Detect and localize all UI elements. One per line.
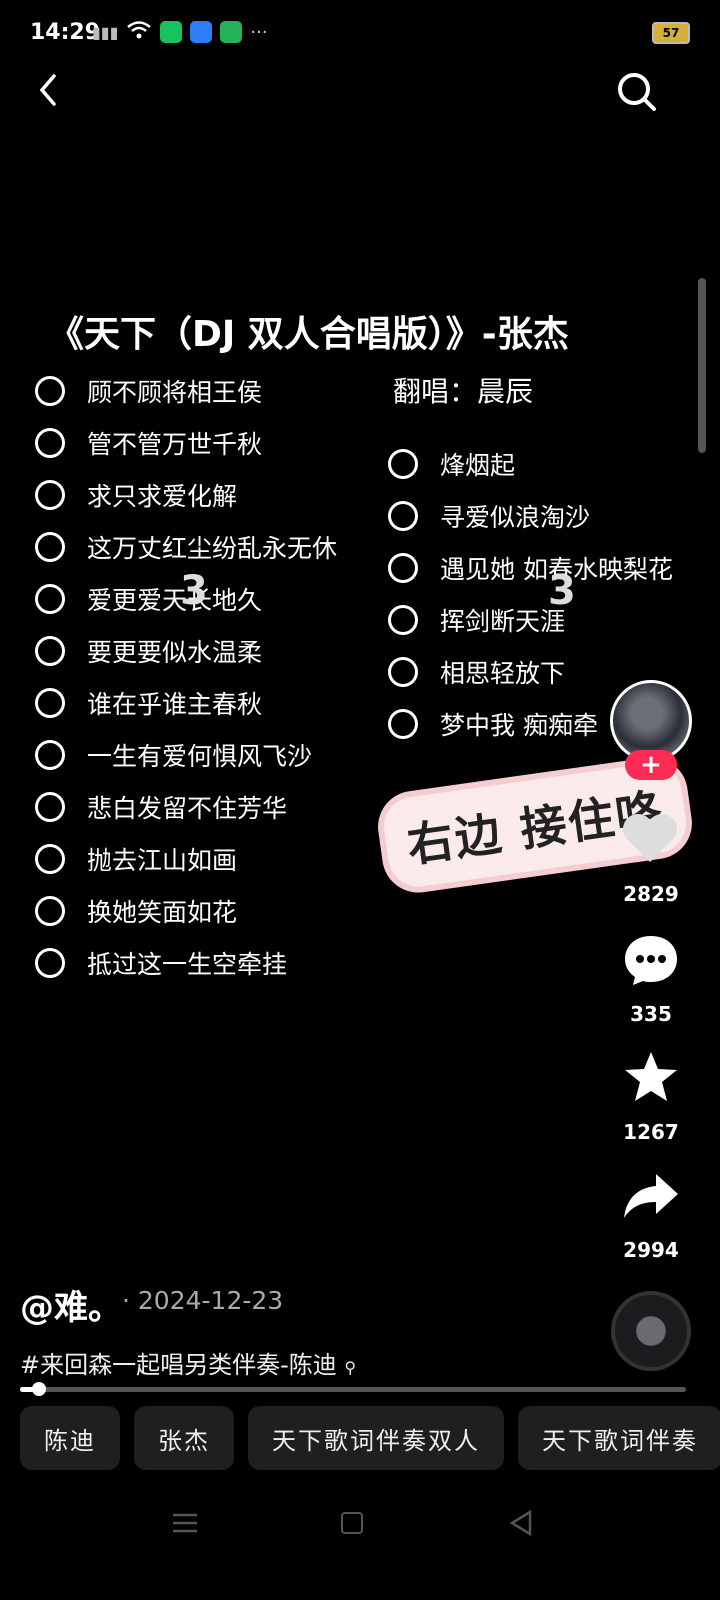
circle-icon: [35, 896, 65, 926]
lyric-row: 要更要似水温柔: [35, 625, 337, 677]
lyric-row: 这万丈红尘纷乱永无休: [35, 521, 337, 573]
post-date: · 2024-12-23: [122, 1286, 284, 1315]
circle-icon: [35, 428, 65, 458]
app-icon-green: [160, 21, 183, 43]
share-count: 2994: [623, 1238, 679, 1262]
lyric-row: 求只求爱化解: [35, 469, 337, 521]
circle-icon: [35, 376, 65, 406]
app-icon-blue: [190, 21, 213, 43]
tag-chip[interactable]: 天下歌词伴奏双人: [248, 1406, 504, 1470]
favorite-button[interactable]: [622, 1050, 680, 1110]
progress-bar[interactable]: [20, 1387, 686, 1392]
scrollbar[interactable]: [698, 278, 706, 453]
cover-name: 晨辰: [477, 375, 534, 408]
left-lyrics-list: 顾不顾将相王侯 管不管万世千秋 求只求爱化解 这万丈红尘纷乱永无休 爱更爱天长地…: [35, 365, 337, 989]
back-button[interactable]: [30, 70, 70, 110]
circle-icon: [35, 740, 65, 770]
search-icon: [618, 73, 656, 111]
circle-icon: [35, 532, 65, 562]
circle-icon: [388, 657, 418, 687]
lyric-row: 换她笑面如花: [35, 885, 337, 937]
search-button[interactable]: [615, 70, 659, 114]
favorite-count: 1267: [623, 1120, 679, 1144]
wifi-icon: [126, 20, 152, 44]
app-icon-green2: [220, 21, 243, 43]
nav-back-button[interactable]: [508, 1509, 534, 1537]
menu-icon: [173, 1513, 197, 1533]
tag-chip[interactable]: 陈迪: [20, 1406, 120, 1470]
circle-icon: [388, 449, 418, 479]
lyric-row: 寻爱似浪淘沙: [388, 490, 673, 542]
nav-menu-button[interactable]: [172, 1512, 198, 1534]
comment-icon: [625, 936, 677, 985]
triangle-back-icon: [509, 1509, 532, 1537]
circle-icon: [35, 636, 65, 666]
status-icons: ▮▮▮ ···: [92, 20, 268, 44]
more-icon: ···: [250, 21, 268, 43]
cover-label: 翻唱：: [393, 375, 478, 408]
back-arrow-icon: [39, 74, 56, 106]
circle-icon: [388, 501, 418, 531]
tag-chip[interactable]: 张杰: [134, 1406, 234, 1470]
star-icon: [625, 1052, 677, 1101]
battery-indicator: 57: [652, 22, 690, 44]
search-small-icon: ⚲: [344, 1358, 357, 1377]
video-description[interactable]: #来回森一起唱另类伴奏-陈迪 ⚲: [20, 1345, 356, 1380]
status-time: 14:29: [30, 20, 101, 45]
signal-icon: ▮▮▮: [92, 22, 119, 42]
music-disc[interactable]: [611, 1291, 691, 1371]
lyric-row: 顾不顾将相王侯: [35, 365, 337, 417]
like-count: 2829: [623, 882, 679, 906]
like-button[interactable]: [620, 810, 680, 870]
circle-icon: [388, 709, 418, 739]
lyric-row: 烽烟起: [388, 438, 673, 490]
count-badge-right: 3: [548, 568, 576, 614]
comment-count: 335: [630, 1002, 672, 1026]
lyric-row: 抵过这一生空牵挂: [35, 937, 337, 989]
lyric-row: 悲白发留不住芳华: [35, 781, 337, 833]
circle-icon: [35, 480, 65, 510]
comment-button[interactable]: [622, 932, 680, 992]
circle-icon: [35, 688, 65, 718]
circle-icon: [35, 584, 65, 614]
tag-row: 陈迪 张杰 天下歌词伴奏双人 天下歌词伴奏: [20, 1406, 720, 1470]
heart-icon: [623, 814, 677, 862]
progress-knob[interactable]: [32, 1382, 46, 1396]
circle-icon: [35, 948, 65, 978]
share-button[interactable]: [622, 1170, 680, 1226]
circle-icon: [35, 844, 65, 874]
lyric-row: 管不管万世千秋: [35, 417, 337, 469]
lyric-row: 谁在乎谁主春秋: [35, 677, 337, 729]
share-icon: [624, 1174, 678, 1218]
video-title: 《天下（DJ 双人合唱版）》-张杰: [48, 314, 569, 355]
cover-credit: 翻唱：晨辰: [393, 370, 533, 410]
circle-icon: [388, 553, 418, 583]
circle-icon: [35, 792, 65, 822]
lyric-row: 一生有爱何惧风飞沙: [35, 729, 337, 781]
circle-icon: [388, 605, 418, 635]
author-handle[interactable]: @难。: [20, 1280, 122, 1329]
lyric-row: 遇见她 如春水映梨花: [388, 542, 673, 594]
lyric-row: 抛去江山如画: [35, 833, 337, 885]
lyric-row: 挥剑断天涯: [388, 594, 673, 646]
description-text: #来回森一起唱另类伴奏-陈迪: [20, 1351, 337, 1379]
count-badge-left: 3: [180, 568, 208, 614]
tag-chip[interactable]: 天下歌词伴奏: [518, 1406, 720, 1470]
follow-button[interactable]: +: [625, 750, 677, 780]
nav-home-button[interactable]: [341, 1512, 363, 1534]
